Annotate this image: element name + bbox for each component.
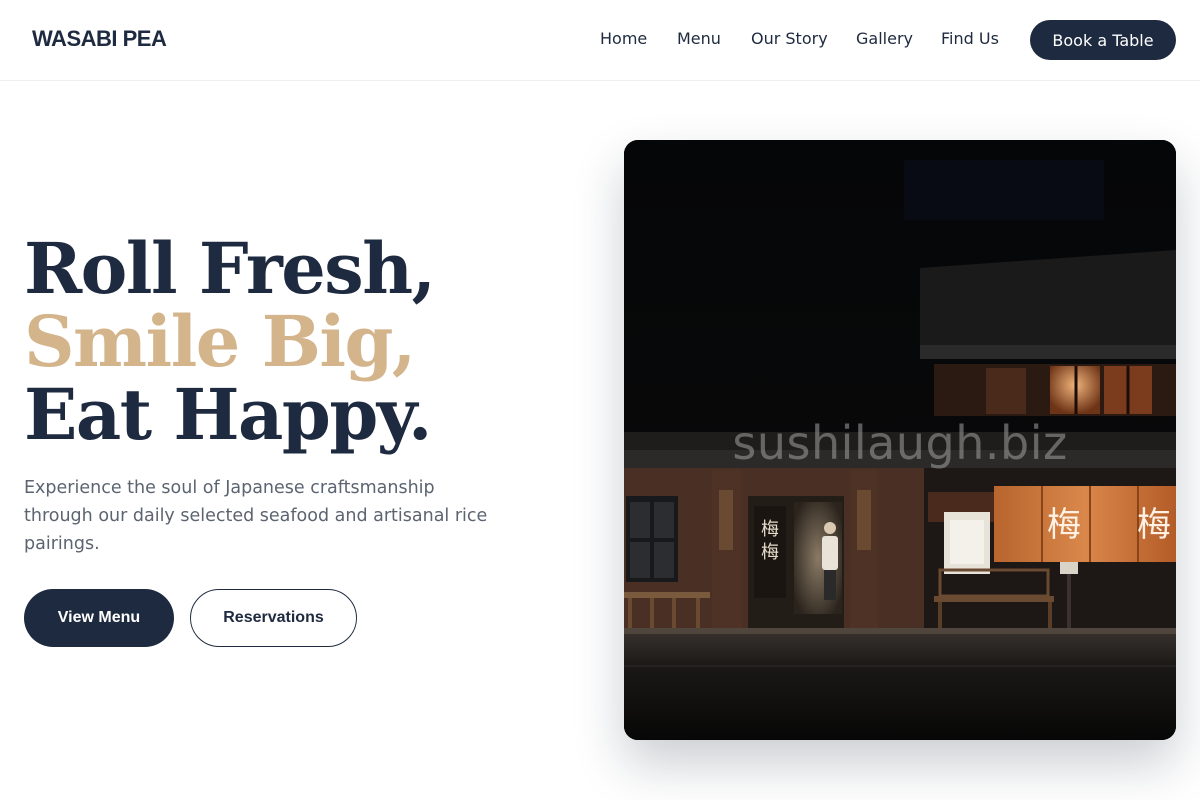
nav-link-home[interactable]: Home — [600, 29, 647, 48]
curtain-character-2: 梅 — [1137, 505, 1171, 545]
reservations-button[interactable]: Reservations — [190, 589, 357, 647]
hero-heading-line-3: Eat Happy. — [24, 373, 432, 456]
brand-logo[interactable]: WASABI PEA — [32, 26, 167, 52]
hero-heading-line-2: Smile Big, — [24, 300, 416, 383]
restaurant-night-photo: 梅 梅 梅 梅 sushilaugh.biz — [624, 140, 1176, 740]
nav-link-gallery[interactable]: Gallery — [856, 29, 913, 48]
nav-link-menu[interactable]: Menu — [677, 29, 721, 48]
nav-link-find-us[interactable]: Find Us — [941, 29, 999, 48]
sign-character-left-2: 梅 — [761, 542, 779, 563]
sign-character-left: 梅 — [761, 519, 779, 540]
curtain-character: 梅 — [1047, 505, 1081, 545]
hero-heading-line-1: Roll Fresh, — [24, 227, 436, 310]
book-table-button[interactable]: Book a Table — [1030, 20, 1176, 60]
image-watermark: sushilaugh.biz — [732, 416, 1068, 470]
hero-description: Experience the soul of Japanese craftsma… — [24, 478, 488, 554]
top-navbar: WASABI PEA Home Menu Our Story Gallery F… — [0, 0, 1200, 81]
hero-heading: Roll Fresh, Smile Big, Eat Happy. — [24, 227, 436, 456]
nav-link-our-story[interactable]: Our Story — [751, 29, 828, 48]
view-menu-button[interactable]: View Menu — [24, 589, 174, 647]
